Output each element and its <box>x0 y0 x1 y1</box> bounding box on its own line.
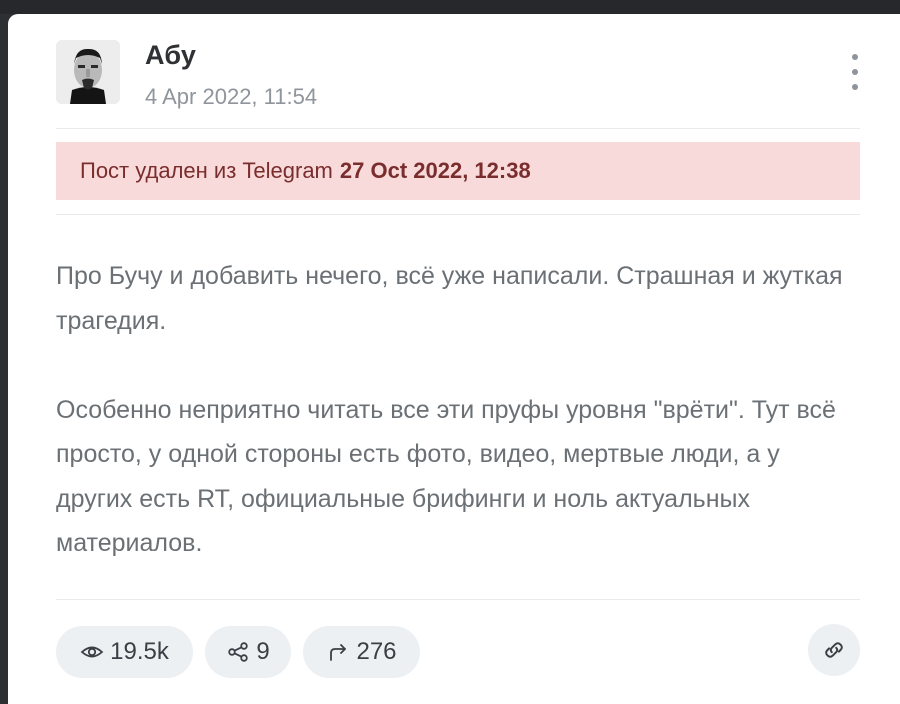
window-top-strip <box>0 0 900 14</box>
shares-count: 9 <box>256 638 270 665</box>
post-date: 4 Apr 2022, 11:54 <box>145 84 318 109</box>
menu-dot <box>852 84 858 90</box>
forward-arrow-icon <box>330 644 347 661</box>
link-icon <box>825 642 843 658</box>
views-count: 19.5k <box>110 638 169 665</box>
copy-link-button[interactable] <box>808 624 860 676</box>
post-card: Абу 4 Apr 2022, 11:54 Пост удален из Tel… <box>8 14 900 704</box>
forwards-counter[interactable]: 276 <box>303 626 420 678</box>
kebab-menu-icon[interactable] <box>844 54 866 90</box>
forwards-count: 276 <box>356 638 397 665</box>
notice-divider <box>56 214 860 215</box>
author-avatar[interactable] <box>56 40 120 104</box>
post-paragraph: Про Бучу и добавить нечего, всё уже напи… <box>56 262 843 335</box>
share-nodes-icon <box>228 642 249 662</box>
footer-divider <box>56 599 860 600</box>
deleted-notice: Пост удален из Telegram 27 Oct 2022, 12:… <box>56 142 860 200</box>
deleted-notice-date: 27 Oct 2022, 12:38 <box>339 158 531 183</box>
menu-dot <box>852 54 858 60</box>
views-counter[interactable]: 19.5k <box>56 626 193 678</box>
post-paragraph: Особенно неприятно читать все эти пруфы … <box>56 395 836 558</box>
author-name[interactable]: Абу <box>145 40 196 71</box>
deleted-notice-text: Пост удален из Telegram <box>80 158 333 183</box>
header-divider <box>56 128 860 129</box>
post-body: Про Бучу и добавить нечего, всё уже напи… <box>56 254 856 566</box>
eye-icon <box>80 646 104 658</box>
shares-counter[interactable]: 9 <box>205 626 291 678</box>
menu-dot <box>852 69 858 75</box>
user-avatar-image <box>56 40 120 104</box>
